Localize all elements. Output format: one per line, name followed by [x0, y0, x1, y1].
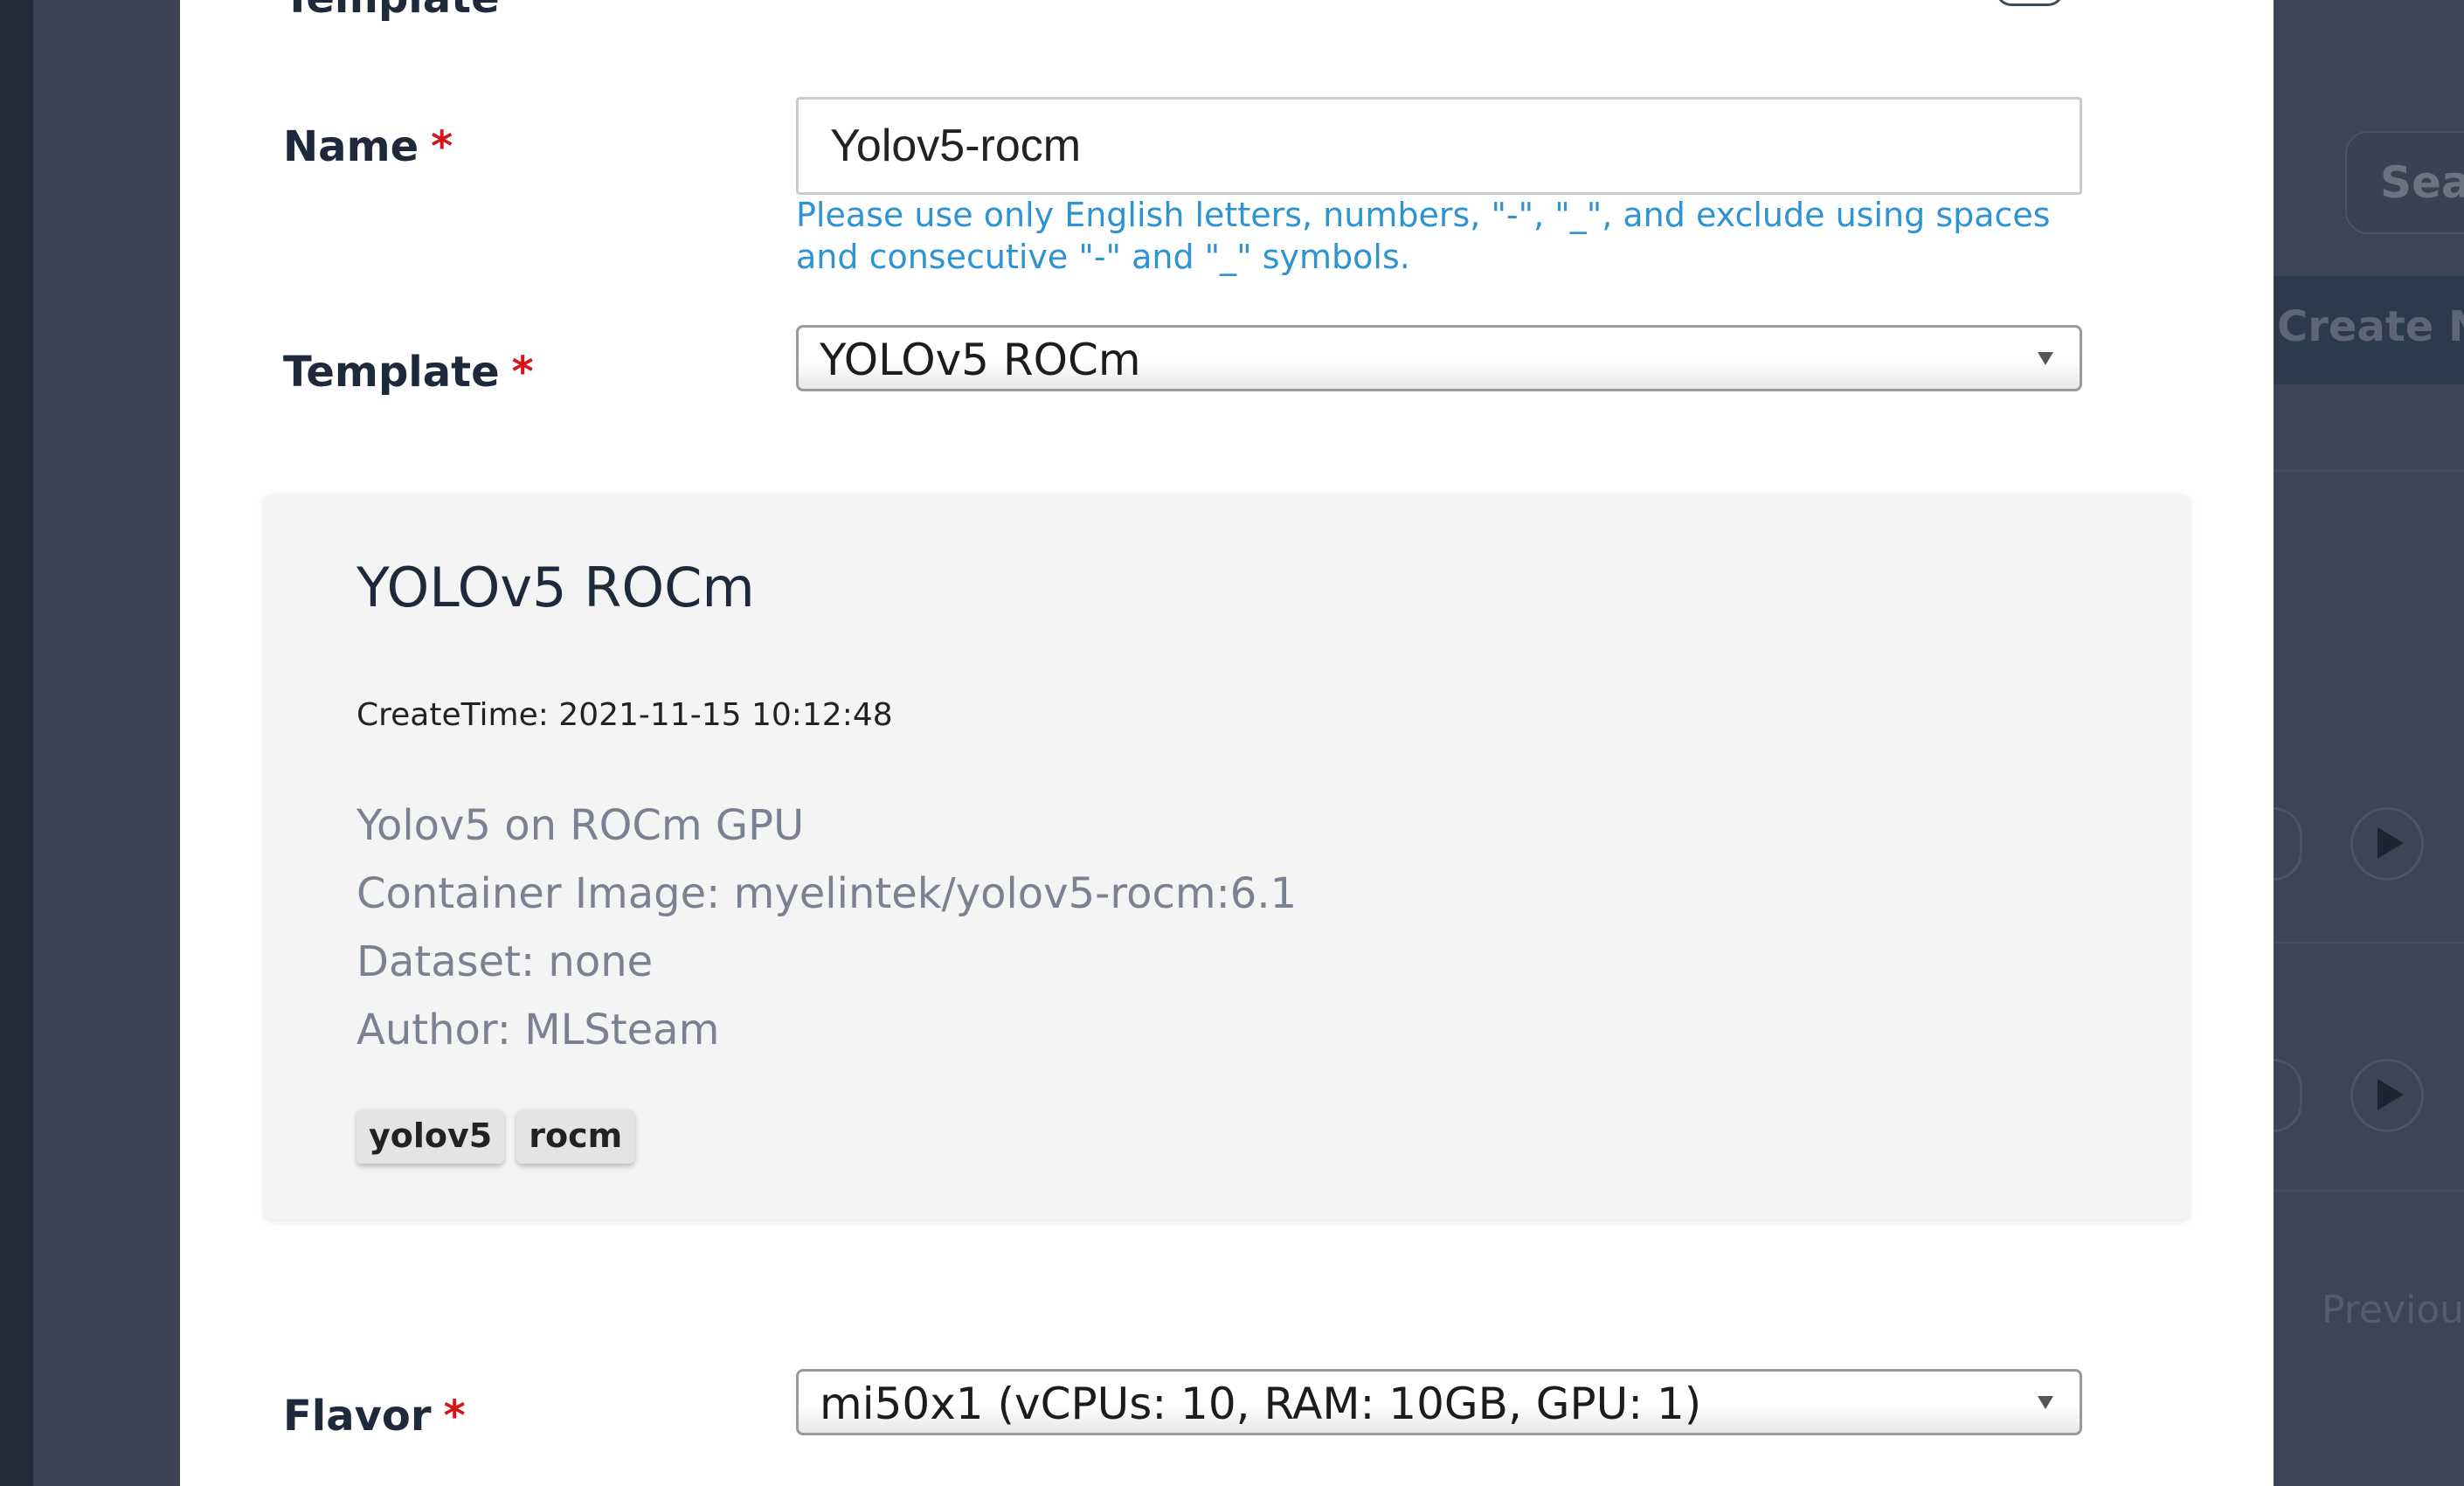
background-left-panel	[33, 0, 180, 1486]
required-mark: *	[443, 1392, 466, 1441]
background-search-placeholder: Sear	[2380, 157, 2464, 208]
toggle-icon[interactable]	[1996, 0, 2064, 6]
flavor-label-text: Flavor	[283, 1392, 432, 1441]
required-mark: *	[511, 348, 534, 397]
template-details-card: YOLOv5 ROCm CreateTime: 2021-11-15 10:12…	[264, 494, 2190, 1220]
template-description: Yolov5 on ROCm GPU Container Image: myel…	[356, 791, 1297, 1064]
template-summary: Yolov5 on ROCm GPU	[356, 801, 805, 850]
background-search-input: Sear	[2345, 131, 2464, 234]
template-tags: yolov5 rocm	[356, 1109, 635, 1164]
template-create-time: CreateTime: 2021-11-15 10:12:48	[356, 697, 893, 733]
background-create-button-label: Create N	[2277, 302, 2464, 351]
flavor-label: Flavor *	[283, 1392, 466, 1441]
background-right-panel: Sear Create N Previou	[2274, 0, 2464, 1486]
background-create-button: Create N	[2274, 276, 2464, 384]
flavor-select-value: mi50x1 (vCPUs: 10, RAM: 10GB, GPU: 1)	[820, 1379, 1702, 1429]
name-label-text: Name	[283, 122, 419, 171]
background-divider	[2274, 942, 2464, 943]
name-help-text: Please use only English letters, numbers…	[796, 196, 2051, 276]
tag-badge: yolov5	[356, 1109, 505, 1164]
template-select[interactable]: YOLOv5 ROCm	[796, 325, 2082, 391]
background-divider	[2274, 1190, 2464, 1192]
name-label: Name *	[283, 122, 453, 171]
background-action-icon	[2274, 1059, 2302, 1132]
background-previous-link: Previou	[2322, 1288, 2464, 1332]
name-input[interactable]	[796, 97, 2082, 195]
play-icon	[2350, 807, 2424, 881]
template-section-title: Template	[283, 0, 500, 23]
background-divider	[2274, 470, 2464, 472]
create-notebook-modal: Template Name* Please use only English l…	[180, 0, 2274, 1486]
template-author: Author: MLSteam	[356, 1006, 720, 1054]
tag-badge: rocm	[516, 1109, 635, 1164]
required-mark: *	[431, 122, 453, 171]
template-dataset: Dataset: none	[356, 937, 654, 986]
template-label-text: Template	[283, 348, 500, 397]
template-card-title: YOLOv5 ROCm	[356, 556, 755, 619]
background-action-icon	[2274, 807, 2302, 881]
template-label: Template *	[283, 348, 534, 397]
play-icon	[2350, 1059, 2424, 1132]
chevron-down-icon	[2038, 1396, 2053, 1409]
template-select-value: YOLOv5 ROCm	[820, 335, 1141, 385]
chevron-down-icon	[2038, 352, 2053, 365]
flavor-select[interactable]: mi50x1 (vCPUs: 10, RAM: 10GB, GPU: 1)	[796, 1369, 2082, 1435]
background-left-edge	[0, 0, 33, 1486]
template-container-image: Container Image: myelintek/yolov5-rocm:6…	[356, 869, 1298, 918]
